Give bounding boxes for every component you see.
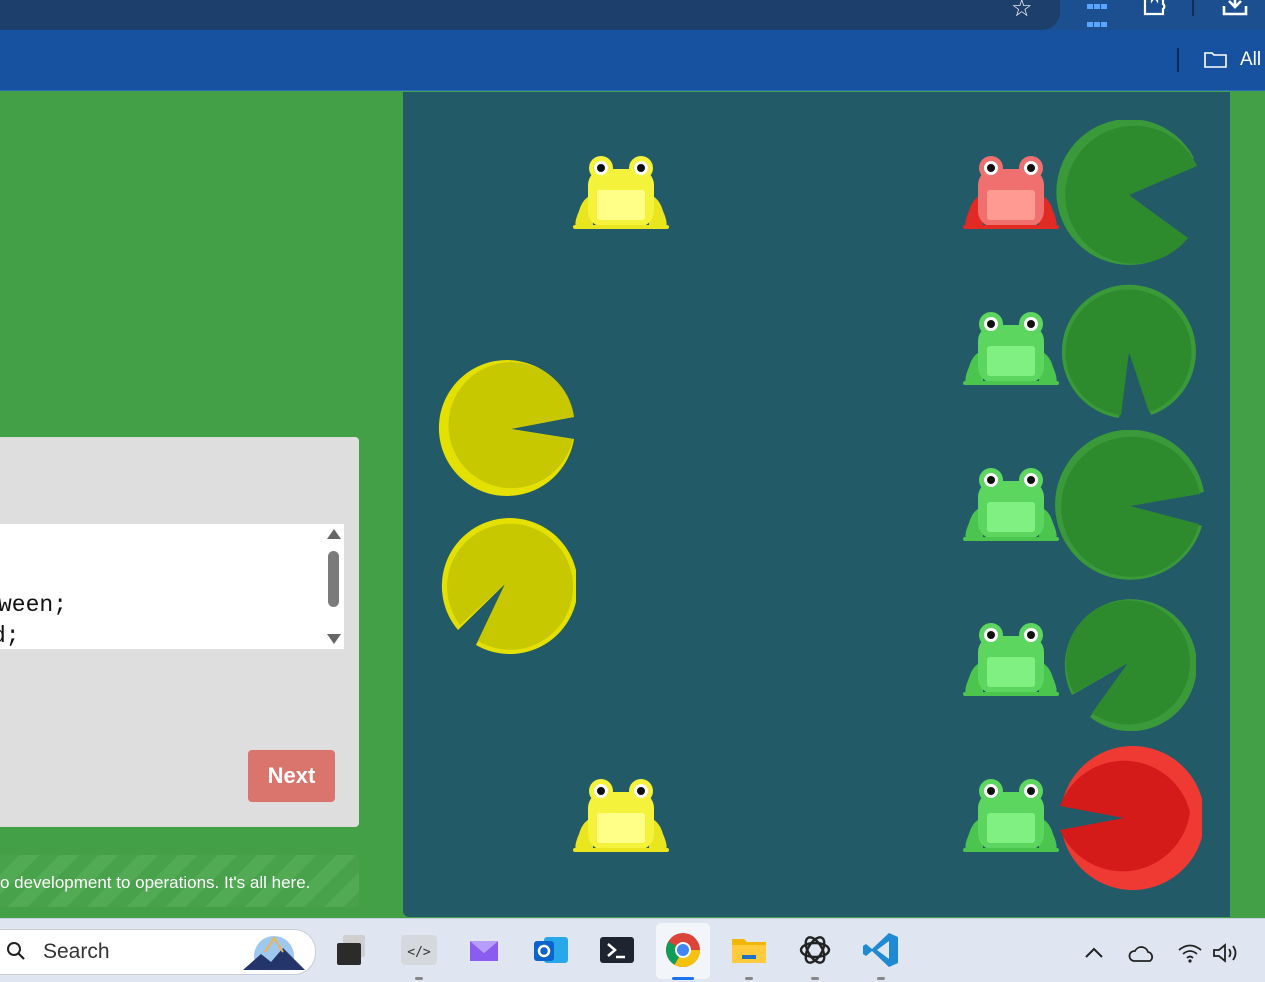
running-indicator bbox=[745, 977, 753, 980]
green-lilypad bbox=[1061, 284, 1196, 418]
outlook-icon[interactable] bbox=[532, 931, 570, 969]
apps-icon[interactable] bbox=[1087, 0, 1113, 27]
search-highlight-icon bbox=[243, 936, 305, 970]
running-indicator bbox=[877, 977, 885, 980]
scroll-down-arrow-icon[interactable] bbox=[327, 634, 341, 644]
wifi-icon[interactable] bbox=[1177, 943, 1203, 963]
instruction-panel: ween; d; Next bbox=[0, 437, 359, 827]
editor-scrollbar[interactable] bbox=[324, 524, 344, 649]
promo-text: o development to operations. It's all he… bbox=[0, 873, 311, 892]
terminal-icon[interactable] bbox=[598, 931, 636, 969]
red-lilypad bbox=[1060, 746, 1202, 890]
green-frog[interactable] bbox=[963, 467, 1059, 541]
chatgpt-icon[interactable] bbox=[796, 931, 834, 969]
onedrive-icon[interactable] bbox=[1128, 945, 1156, 963]
pond-board bbox=[403, 92, 1230, 917]
running-indicator bbox=[415, 977, 423, 980]
css-editor[interactable]: ween; d; bbox=[0, 524, 344, 649]
search-label: Search bbox=[43, 940, 110, 963]
file-explorer-icon[interactable] bbox=[730, 931, 768, 969]
download-icon[interactable] bbox=[1222, 0, 1248, 16]
running-indicator bbox=[811, 977, 819, 980]
taskbar-search[interactable]: Search bbox=[0, 929, 316, 975]
yellow-lilypad bbox=[438, 360, 574, 496]
code-line[interactable]: d; bbox=[0, 623, 20, 649]
green-frog[interactable] bbox=[963, 311, 1059, 385]
active-indicator bbox=[672, 977, 694, 980]
search-icon bbox=[7, 942, 25, 960]
yellow-lilypad bbox=[441, 518, 576, 655]
star-icon[interactable]: ☆ bbox=[1011, 0, 1033, 22]
dev-tools-icon[interactable]: </> bbox=[400, 931, 438, 969]
volume-icon[interactable] bbox=[1212, 943, 1240, 963]
mail-icon[interactable] bbox=[465, 931, 503, 969]
promo-footer: o development to operations. It's all he… bbox=[0, 855, 359, 907]
svg-text:</>: </> bbox=[407, 945, 431, 960]
green-lilypad bbox=[1056, 120, 1197, 265]
next-button[interactable]: Next bbox=[248, 750, 335, 802]
scroll-up-arrow-icon[interactable] bbox=[327, 529, 341, 539]
task-view-icon[interactable] bbox=[333, 931, 371, 969]
code-line[interactable]: ween; bbox=[0, 592, 67, 618]
scroll-thumb[interactable] bbox=[328, 551, 339, 607]
folder-icon[interactable] bbox=[1204, 51, 1227, 68]
vscode-icon[interactable] bbox=[862, 931, 900, 969]
bookmarks-bar bbox=[0, 30, 1265, 91]
chevron-up-icon[interactable] bbox=[1084, 947, 1104, 959]
green-frog[interactable] bbox=[963, 778, 1059, 852]
taskbar: Search </> bbox=[0, 918, 1265, 982]
green-lilypad bbox=[1064, 599, 1196, 731]
address-bar[interactable] bbox=[0, 0, 1060, 30]
extensions-icon[interactable] bbox=[1142, 0, 1166, 16]
green-frog[interactable] bbox=[963, 622, 1059, 696]
yellow-frog[interactable] bbox=[573, 778, 669, 852]
all-bookmarks-label[interactable]: All bbox=[1240, 49, 1261, 71]
green-lilypad bbox=[1055, 430, 1204, 580]
yellow-frog[interactable] bbox=[573, 155, 669, 229]
bookmarks-divider bbox=[1177, 48, 1179, 72]
chrome-icon[interactable] bbox=[664, 931, 702, 969]
toolbar-divider bbox=[1192, 0, 1194, 16]
red-frog[interactable] bbox=[963, 155, 1059, 229]
